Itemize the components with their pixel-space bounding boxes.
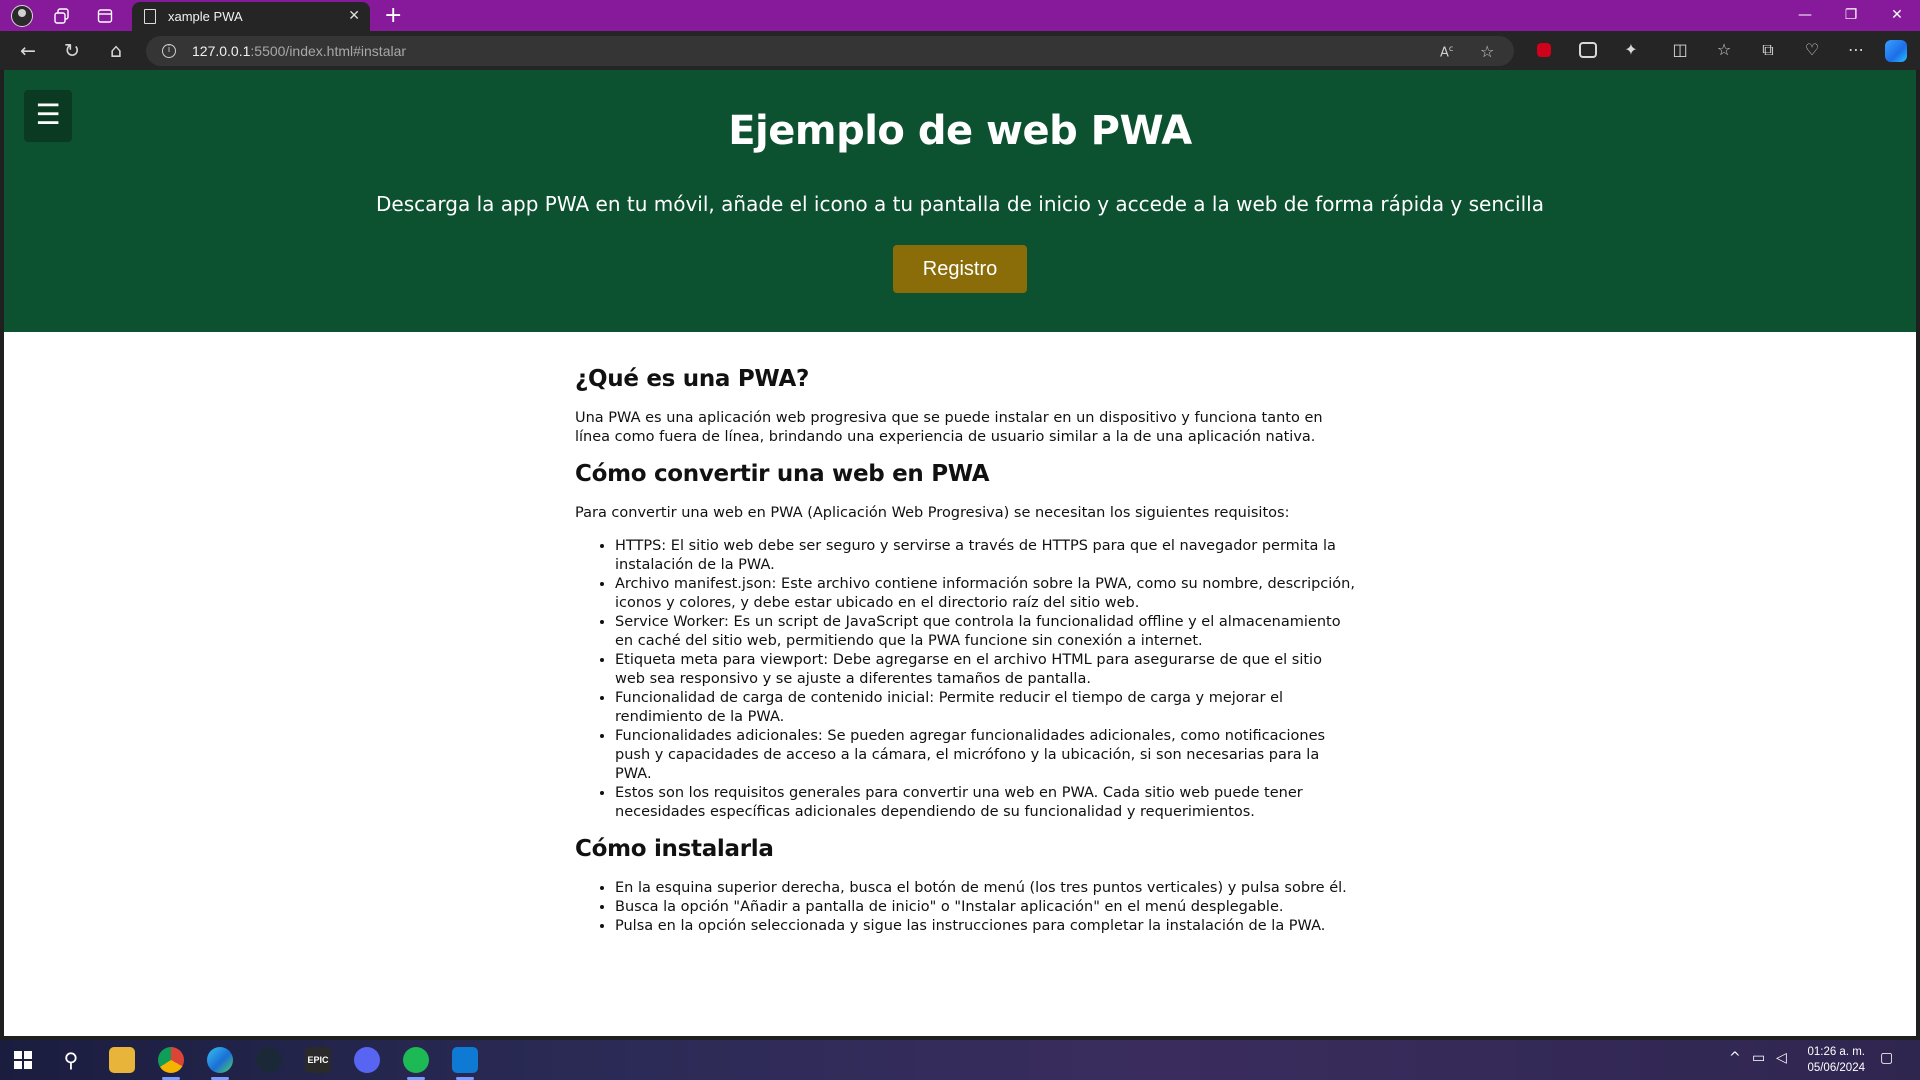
home-button[interactable]: ⌂ <box>104 39 128 63</box>
url-text[interactable]: 127.0.0.1:5500/index.html#instalar <box>192 43 406 59</box>
browser-essentials-icon[interactable]: ♡ <box>1802 40 1822 60</box>
browser-titlebar: xample PWA ✕ + — ❐ ✕ <box>0 0 1920 31</box>
minimize-button[interactable]: — <box>1782 3 1828 27</box>
list-item: Busca la opción "Añadir a pantalla de in… <box>615 898 1355 917</box>
volume-icon[interactable]: ◁ <box>1776 1050 1787 1066</box>
new-tab-button[interactable]: + <box>384 3 402 28</box>
section-paragraph: Para convertir una web en PWA (Aplicació… <box>575 505 1290 521</box>
hero-subtitle: Descarga la app PWA en tu móvil, añade e… <box>376 192 1544 216</box>
list-item: Etiqueta meta para viewport: Debe agrega… <box>615 651 1355 689</box>
main-content: ¿Qué es una PWA? Una PWA es una aplicaci… <box>575 366 1355 950</box>
page-viewport: ☰ Ejemplo de web PWA Descarga la app PWA… <box>4 70 1916 1036</box>
spotify-icon[interactable] <box>403 1047 429 1073</box>
tab-title: xample PWA <box>168 9 243 24</box>
install-steps-list: En la esquina superior derecha, busca el… <box>615 879 1355 936</box>
settings-more-icon[interactable]: ⋯ <box>1846 40 1866 60</box>
site-info-icon[interactable]: i <box>162 44 176 58</box>
extensions-puzzle-icon[interactable]: ✦ <box>1621 40 1641 60</box>
file-explorer-icon[interactable] <box>109 1047 135 1073</box>
requirements-list: HTTPS: El sitio web debe ser seguro y se… <box>615 537 1355 822</box>
discord-icon[interactable] <box>354 1047 380 1073</box>
search-icon[interactable]: ⚲ <box>58 1047 84 1073</box>
section-install: Cómo instalarla En la esquina superior d… <box>575 836 1355 936</box>
section-what-is-pwa: ¿Qué es una PWA? Una PWA es una aplicaci… <box>575 366 1355 447</box>
address-bar[interactable]: i 127.0.0.1:5500/index.html#instalar Aⅽ … <box>146 36 1514 66</box>
copilot-icon[interactable] <box>1885 40 1907 62</box>
list-item: Archivo manifest.json: Este archivo cont… <box>615 575 1355 613</box>
browser-toolbar: ← ↻ ⌂ i 127.0.0.1:5500/index.html#instal… <box>0 31 1920 70</box>
steam-icon[interactable] <box>256 1047 282 1073</box>
workspaces-icon[interactable] <box>51 5 73 27</box>
notifications-icon[interactable]: ▢ <box>1880 1050 1893 1066</box>
back-button[interactable]: ← <box>16 39 40 63</box>
list-item: Estos son los requisitos generales para … <box>615 784 1355 822</box>
edge-icon[interactable] <box>207 1047 233 1073</box>
list-item: Pulsa en la opción seleccionada y sigue … <box>615 917 1355 936</box>
hero-banner: ☰ Ejemplo de web PWA Descarga la app PWA… <box>4 70 1916 332</box>
profile-avatar[interactable] <box>11 5 33 27</box>
section-convert: Cómo convertir una web en PWA Para conve… <box>575 461 1355 822</box>
list-item: En la esquina superior derecha, busca el… <box>615 879 1355 898</box>
favorites-icon[interactable]: ☆ <box>1714 40 1734 60</box>
list-item: Funcionalidad de carga de contenido inic… <box>615 689 1355 727</box>
section-heading: Cómo convertir una web en PWA <box>575 461 990 487</box>
clock-time: 01:26 a. m. <box>1807 1046 1865 1058</box>
close-window-button[interactable]: ✕ <box>1874 3 1920 27</box>
section-heading: ¿Qué es una PWA? <box>575 366 809 392</box>
collections-icon[interactable]: ⧉ <box>1758 40 1778 60</box>
section-heading: Cómo instalarla <box>575 836 774 862</box>
favorite-star-icon[interactable]: ☆ <box>1480 42 1494 61</box>
extension-red-icon[interactable] <box>1537 43 1551 57</box>
list-item: Service Worker: Es un script de JavaScri… <box>615 613 1355 651</box>
page-icon <box>144 9 156 24</box>
active-tab[interactable]: xample PWA ✕ <box>132 2 370 31</box>
restore-button[interactable]: ❐ <box>1828 3 1874 27</box>
registro-button[interactable]: Registro <box>893 245 1027 293</box>
chevron-up-icon[interactable]: ^ <box>1729 1050 1741 1066</box>
read-aloud-icon[interactable]: Aⅽ <box>1440 44 1453 60</box>
refresh-button[interactable]: ↻ <box>60 39 84 63</box>
close-tab-icon[interactable]: ✕ <box>348 8 360 24</box>
list-item: HTTPS: El sitio web debe ser seguro y se… <box>615 537 1355 575</box>
split-screen-icon[interactable]: ◫ <box>1670 40 1690 60</box>
vscode-icon[interactable] <box>452 1047 478 1073</box>
windows-taskbar: ⚲ EPIC ^ ▭ ◁ 01:26 a. m. 05/06/2024 ▢ <box>0 1040 1920 1080</box>
extension-game-icon[interactable] <box>1579 42 1597 58</box>
vertical-tabs-icon[interactable] <box>94 5 116 27</box>
page-title: Ejemplo de web PWA <box>728 108 1192 154</box>
windows-start-icon[interactable] <box>10 1047 36 1073</box>
network-icon[interactable]: ▭ <box>1752 1050 1765 1066</box>
system-clock[interactable]: 01:26 a. m. 05/06/2024 <box>1795 1044 1865 1076</box>
clock-date: 05/06/2024 <box>1807 1062 1865 1074</box>
epic-games-icon[interactable]: EPIC <box>305 1047 331 1073</box>
section-paragraph: Una PWA es una aplicación web progresiva… <box>575 410 1323 445</box>
list-item: Funcionalidades adicionales: Se pueden a… <box>615 727 1355 784</box>
chrome-icon[interactable] <box>158 1047 184 1073</box>
